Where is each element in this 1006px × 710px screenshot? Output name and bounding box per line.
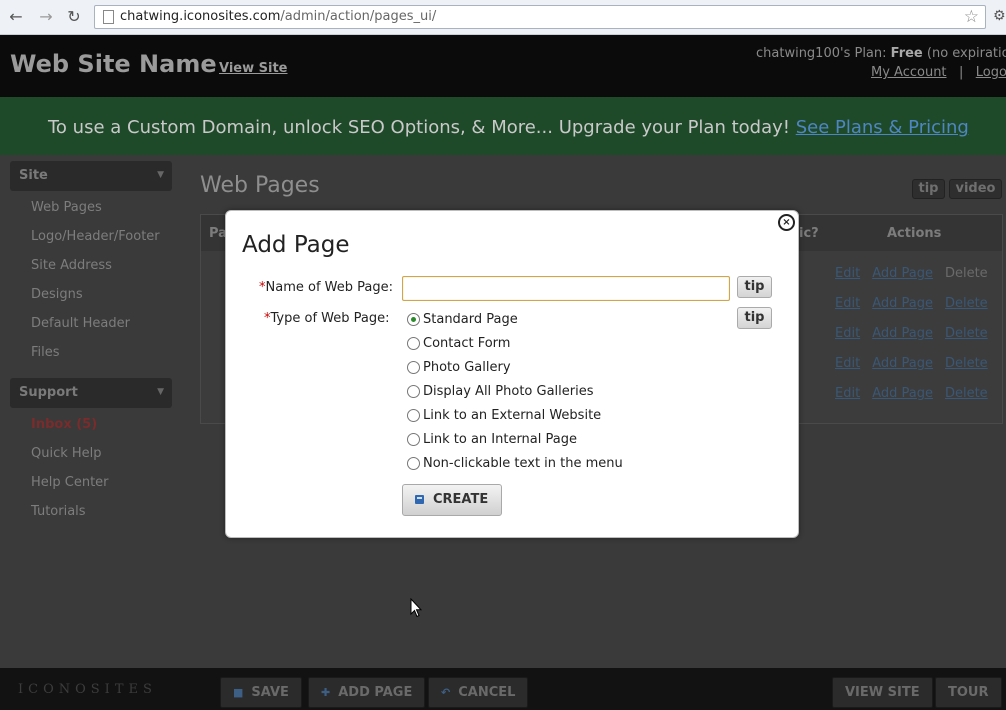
mouse-cursor-icon [410, 598, 422, 618]
footer-logo: ICONOSITES [18, 682, 157, 697]
delete-link[interactable]: Delete [945, 386, 988, 401]
bookmark-star-icon[interactable]: ☆ [964, 7, 979, 27]
wrench-icon[interactable]: ⚙ [993, 8, 1006, 24]
back-icon[interactable]: ← [6, 7, 26, 27]
edit-link[interactable]: Edit [835, 266, 860, 281]
column-header-actions: Actions [887, 226, 942, 241]
sidebar-item-web-pages[interactable]: Web Pages [31, 200, 102, 215]
add-page-dialog: Add Page × *Name of Web Page: tip *Type … [225, 210, 799, 538]
reload-icon[interactable]: ↻ [64, 7, 84, 27]
sidebar-item-default-header[interactable]: Default Header [31, 316, 130, 331]
name-tip-button[interactable]: tip [737, 276, 772, 298]
table-row: Edit Add Page Delete [835, 386, 1000, 401]
column-header-public: ic? [799, 226, 819, 241]
sidebar-section-support[interactable]: Support ▼ [10, 378, 172, 408]
table-row: Edit Add Page Delete [835, 266, 1000, 281]
upgrade-banner: To use a Custom Domain, unlock SEO Optio… [0, 97, 1006, 155]
radio-icon[interactable] [407, 433, 420, 446]
cancel-button[interactable]: ↶ CANCEL [428, 677, 529, 708]
view-site-link[interactable]: View Site [219, 61, 288, 76]
account-links: My Account | Logout [871, 65, 1006, 80]
plans-pricing-link[interactable]: See Plans & Pricing [796, 117, 969, 138]
logout-link[interactable]: Logout [976, 65, 1006, 80]
dialog-title: Add Page [242, 232, 350, 258]
browser-toolbar: ← → ↻ chatwing.iconosites.com/admin/acti… [0, 0, 1006, 35]
edit-link[interactable]: Edit [835, 326, 860, 341]
table-row: Edit Add Page Delete [835, 356, 1000, 371]
sidebar-item-help-center[interactable]: Help Center [31, 475, 109, 490]
save-disk-icon [415, 495, 424, 504]
sidebar-item-inbox[interactable]: Inbox (5) [31, 417, 97, 432]
address-bar[interactable]: chatwing.iconosites.com/admin/action/pag… [94, 5, 986, 29]
chevron-down-icon: ▼ [157, 387, 164, 397]
table-row: Edit Add Page Delete [835, 296, 1000, 311]
view-site-button[interactable]: VIEW SITE [832, 677, 933, 708]
sidebar-item-logo-header-footer[interactable]: Logo/Header/Footer [31, 229, 160, 244]
add-page-link[interactable]: Add Page [872, 266, 933, 281]
tip-button[interactable]: tip [912, 179, 945, 199]
upgrade-message: To use a Custom Domain, unlock SEO Optio… [48, 117, 790, 138]
sidebar-item-files[interactable]: Files [31, 345, 60, 360]
add-page-link[interactable]: Add Page [872, 356, 933, 371]
video-button[interactable]: video [949, 179, 1002, 199]
name-field-label: *Name of Web Page: [259, 280, 393, 295]
delete-link[interactable]: Delete [945, 266, 988, 281]
edit-link[interactable]: Edit [835, 296, 860, 311]
footer-toolbar: ICONOSITES ■ SAVE ✚ ADD PAGE ↶ CANCEL VIEW … [0, 668, 1006, 710]
delete-link[interactable]: Delete [945, 296, 988, 311]
page-icon [103, 10, 114, 24]
add-page-button[interactable]: ✚ ADD PAGE [308, 677, 426, 708]
save-icon: ■ [233, 686, 244, 699]
radio-selected-icon[interactable] [407, 313, 420, 326]
add-page-link[interactable]: Add Page [872, 296, 933, 311]
create-button[interactable]: CREATE [402, 484, 502, 516]
plus-icon: ✚ [321, 686, 331, 699]
sidebar-item-quick-help[interactable]: Quick Help [31, 446, 102, 461]
radio-icon[interactable] [407, 361, 420, 374]
edit-link[interactable]: Edit [835, 386, 860, 401]
undo-icon: ↶ [441, 686, 451, 699]
radio-icon[interactable] [407, 409, 420, 422]
my-account-link[interactable]: My Account [871, 65, 947, 80]
tour-button[interactable]: TOUR [935, 677, 1002, 708]
url-text[interactable]: chatwing.iconosites.com/admin/action/pag… [120, 9, 436, 24]
delete-link[interactable]: Delete [945, 326, 988, 341]
site-header: Web Site Name View Site chatwing100's Pl… [0, 35, 1006, 97]
radio-icon[interactable] [407, 457, 420, 470]
save-button[interactable]: ■ SAVE [220, 677, 302, 708]
plan-info: chatwing100's Plan: Free (no expiration) [756, 46, 1006, 61]
table-row: Edit Add Page Delete [835, 326, 1000, 341]
sidebar-section-site[interactable]: Site ▼ [10, 161, 172, 191]
radio-icon[interactable] [407, 337, 420, 350]
add-page-link[interactable]: Add Page [872, 326, 933, 341]
close-icon[interactable]: × [778, 214, 795, 231]
forward-icon[interactable]: → [36, 7, 56, 27]
sidebar-item-tutorials[interactable]: Tutorials [31, 504, 86, 519]
site-name: Web Site Name [10, 50, 217, 78]
type-tip-button[interactable]: tip [737, 307, 772, 329]
page-name-input[interactable] [402, 276, 730, 301]
sidebar-item-site-address[interactable]: Site Address [31, 258, 112, 273]
edit-link[interactable]: Edit [835, 356, 860, 371]
page-title: Web Pages [200, 173, 320, 198]
add-page-link[interactable]: Add Page [872, 386, 933, 401]
type-field-label: *Type of Web Page: [264, 311, 390, 326]
radio-icon[interactable] [407, 385, 420, 398]
delete-link[interactable]: Delete [945, 356, 988, 371]
chevron-down-icon: ▼ [157, 170, 164, 180]
sidebar-item-designs[interactable]: Designs [31, 287, 83, 302]
